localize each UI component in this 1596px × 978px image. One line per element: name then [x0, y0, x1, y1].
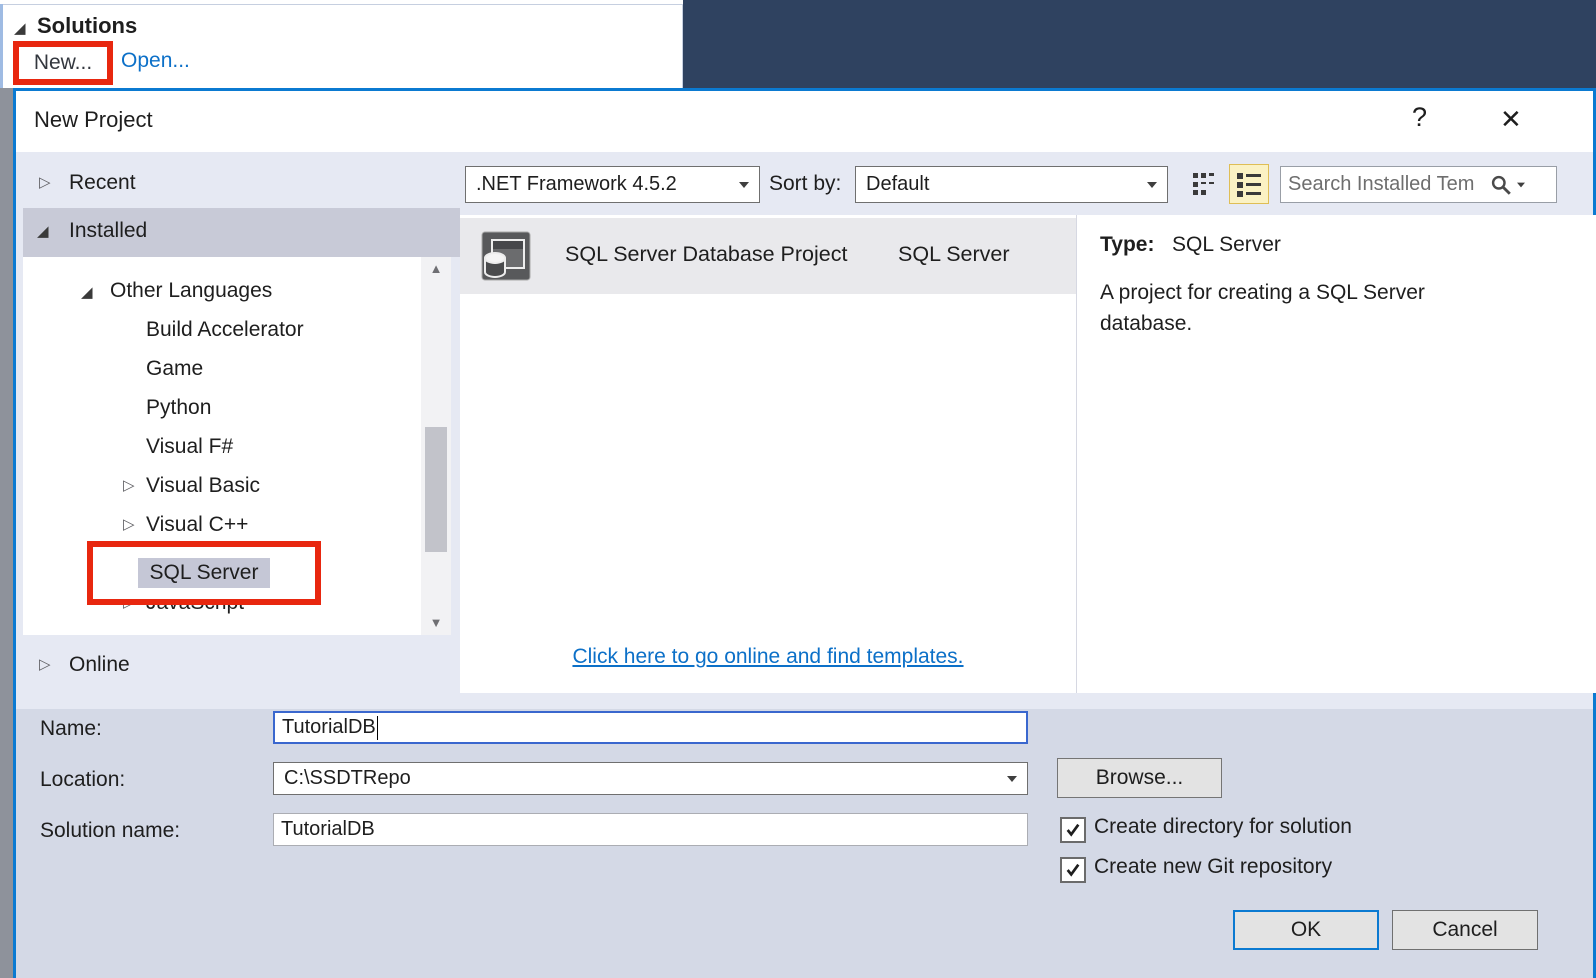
small-icons-grid-icon: [1193, 173, 1214, 195]
nav-item-recent[interactable]: Recent: [23, 161, 460, 208]
expander-icon-expanded[interactable]: [81, 285, 93, 300]
tree-item-python[interactable]: Python: [23, 396, 419, 430]
template-language: SQL Server: [898, 242, 1010, 266]
sort-by-label: Sort by:: [769, 172, 842, 195]
tree-item-label: Other Languages: [110, 279, 273, 302]
ok-button[interactable]: OK: [1233, 910, 1379, 950]
tree-scrollbar[interactable]: ▲ ▼: [421, 257, 451, 635]
template-info-panel: Type: SQL Server A project for creating …: [1077, 215, 1596, 693]
scroll-up-icon[interactable]: ▲: [421, 257, 451, 281]
name-input-value: TutorialDB: [282, 716, 376, 738]
browse-button[interactable]: Browse...: [1057, 758, 1222, 798]
type-value: SQL Server: [1172, 233, 1281, 256]
scrollbar-thumb[interactable]: [425, 427, 447, 552]
new-project-dialog: New Project ? ✕ Recent Installed Other L…: [13, 88, 1596, 978]
tree-item-label: Game: [146, 357, 204, 380]
tree-item-visual-fsharp[interactable]: Visual F#: [23, 435, 419, 469]
dialog-title: New Project: [34, 107, 153, 132]
nav-recent-label: Recent: [69, 171, 136, 194]
dialog-titlebar[interactable]: New Project ? ✕: [16, 91, 1593, 152]
solution-name-value: TutorialDB: [281, 818, 375, 840]
scroll-down-icon[interactable]: ▼: [421, 611, 451, 635]
expander-icon-expanded[interactable]: [37, 224, 49, 239]
browse-button-label: Browse...: [1095, 766, 1184, 789]
new-link-annotation-box: New...: [13, 41, 113, 85]
tree-item-label: Python: [146, 396, 212, 419]
template-item-sql-server-database-project[interactable]: SQL Server Database Project SQL Server: [460, 218, 1076, 294]
framework-dropdown[interactable]: .NET Framework 4.5.2: [465, 166, 760, 203]
tree-item-label: Build Accelerator: [146, 318, 304, 341]
solutions-title: Solutions: [37, 13, 138, 38]
chevron-down-icon: [739, 181, 749, 188]
chevron-down-icon[interactable]: [1517, 182, 1525, 187]
sort-dropdown[interactable]: Default: [855, 166, 1168, 203]
chevron-down-icon: [1147, 181, 1157, 188]
cancel-button-label: Cancel: [1432, 918, 1498, 941]
location-dropdown-value: C:\SSDTRepo: [284, 767, 411, 789]
checkmark-icon: [1066, 863, 1080, 877]
create-directory-label: Create directory for solution: [1094, 815, 1352, 838]
tree-item-label: Visual F#: [146, 435, 234, 458]
screen: Solutions New... Open... New Project ? ✕…: [0, 0, 1596, 978]
close-icon[interactable]: ✕: [1500, 104, 1522, 135]
vs-titlebar-background: [683, 0, 1596, 92]
search-placeholder: Search Installed Tem: [1288, 173, 1475, 195]
ok-button-label: OK: [1290, 918, 1322, 941]
create-git-checkbox[interactable]: [1060, 857, 1086, 883]
checkmark-icon: [1066, 823, 1080, 837]
location-label: Location:: [40, 768, 126, 791]
solutions-panel: Solutions New... Open...: [3, 4, 683, 88]
expander-icon-collapsed[interactable]: [123, 517, 135, 532]
project-form-area: Name: TutorialDB Location: C:\SSDTRepo B…: [16, 709, 1593, 978]
search-input[interactable]: Search Installed Tem: [1280, 166, 1557, 203]
solution-name-input[interactable]: TutorialDB: [273, 813, 1028, 846]
search-icon[interactable]: [1490, 174, 1512, 196]
nav-installed-label: Installed: [69, 219, 148, 242]
expander-icon-collapsed[interactable]: [39, 657, 51, 672]
nav-online-label: Online: [69, 653, 130, 676]
tree-item-sql-server[interactable]: SQL Server: [137, 558, 271, 588]
find-templates-link[interactable]: Click here to go online and find templat…: [460, 645, 1076, 669]
expander-icon-collapsed[interactable]: [39, 175, 51, 190]
solution-name-label: Solution name:: [40, 819, 181, 842]
name-label: Name:: [40, 717, 102, 740]
template-list-panel: SQL Server Database Project SQL Server C…: [460, 215, 1076, 693]
chevron-down-icon: [1007, 775, 1017, 782]
new-solution-link[interactable]: New...: [34, 51, 92, 75]
create-git-label: Create new Git repository: [1094, 855, 1333, 878]
tree-item-game[interactable]: Game: [23, 357, 419, 391]
solutions-expander-icon[interactable]: [14, 21, 26, 36]
template-description: A project for creating a SQL Server data…: [1100, 281, 1425, 335]
create-git-row: Create new Git repository: [1060, 855, 1580, 885]
tree-item-visual-basic[interactable]: Visual Basic: [23, 474, 419, 508]
tree-item-label: Visual C++: [146, 513, 249, 536]
text-cursor: [376, 715, 378, 740]
type-label: Type:: [1100, 233, 1155, 256]
create-directory-row: Create directory for solution: [1060, 815, 1580, 845]
tree-item-label: Visual Basic: [146, 474, 261, 497]
open-solution-link[interactable]: Open...: [121, 49, 190, 73]
list-view-button[interactable]: [1229, 164, 1269, 204]
framework-dropdown-value: .NET Framework 4.5.2: [476, 173, 677, 195]
cancel-button[interactable]: Cancel: [1392, 910, 1538, 950]
name-input[interactable]: TutorialDB: [273, 711, 1028, 744]
help-icon[interactable]: ?: [1412, 102, 1427, 133]
vs-left-edge: [0, 88, 13, 978]
location-dropdown[interactable]: C:\SSDTRepo: [273, 762, 1028, 795]
template-name: SQL Server Database Project: [565, 242, 848, 266]
small-icons-view-button[interactable]: [1186, 166, 1222, 202]
sql-server-annotation-box: SQL Server: [87, 541, 321, 605]
tree-item-other-languages[interactable]: Other Languages: [23, 279, 419, 313]
list-view-icon: [1237, 173, 1261, 197]
sort-dropdown-value: Default: [866, 173, 930, 195]
nav-item-installed[interactable]: Installed: [23, 208, 460, 257]
nav-item-online[interactable]: Online: [23, 643, 460, 689]
tree-item-build-accelerator[interactable]: Build Accelerator: [23, 318, 419, 352]
create-directory-checkbox[interactable]: [1060, 817, 1086, 843]
database-project-icon: [481, 231, 531, 281]
expander-icon-collapsed[interactable]: [123, 478, 135, 493]
